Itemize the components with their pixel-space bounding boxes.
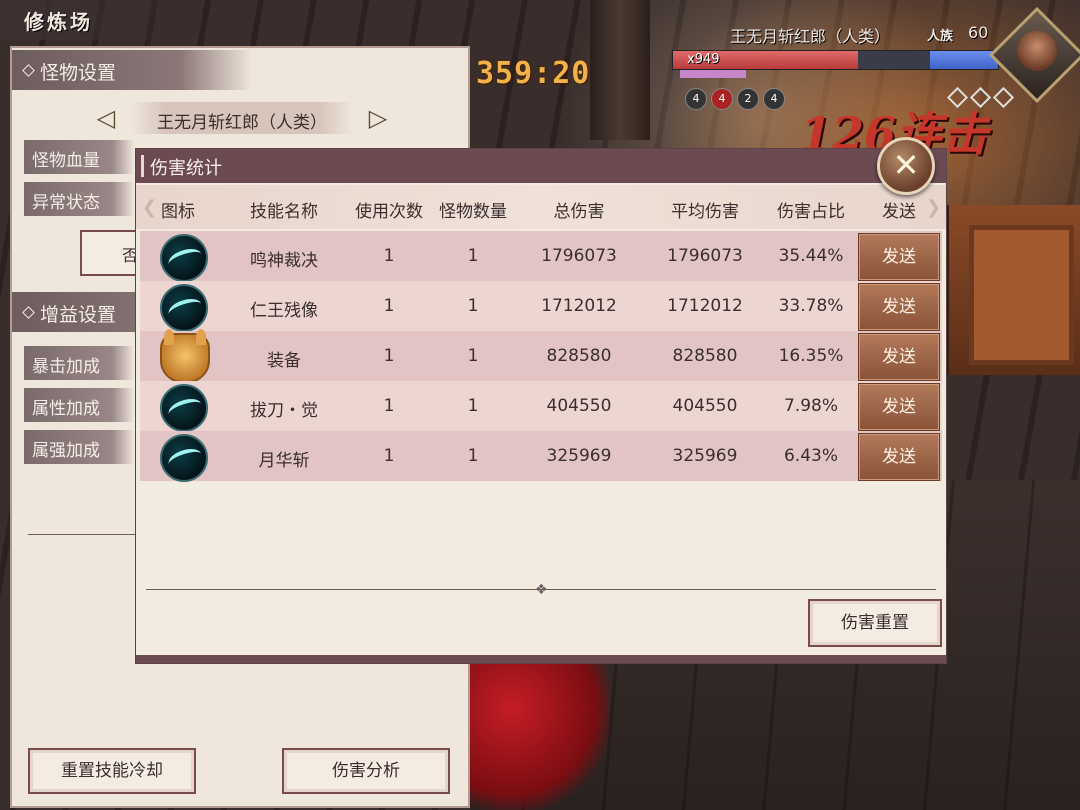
reset-damage-button[interactable]: 伤害重置 [808, 599, 942, 647]
blade-skill-icon [160, 384, 208, 432]
skill-name: 装备 [267, 351, 301, 371]
boss-phase-indicators [946, 86, 1015, 109]
column-header-monster-count: 怪物数量 [439, 202, 507, 222]
boss-status-effects: 4 4 2 4 [685, 88, 785, 110]
page-title: 修炼场 [24, 10, 93, 34]
table-row: 仁王残像 1 1 1712012 1712012 33.78% 发送 [140, 281, 942, 332]
table-row: 月华斩 1 1 325969 325969 6.43% 发送 [140, 431, 942, 482]
divider-ornament-icon: ❖ [535, 582, 548, 598]
scene-cabinet [945, 205, 1080, 375]
samurai-helmet-icon [160, 329, 210, 383]
status-effect-icon: 2 [737, 88, 759, 110]
boss-sub-bar [680, 70, 746, 78]
monster-hp-label: 怪物血量 [24, 140, 134, 174]
damage-share: 33.78% [778, 296, 844, 316]
skill-name: 拔刀・觉 [250, 401, 318, 421]
phase-diamond-icon [946, 86, 969, 109]
dialog-title: 伤害统计 [150, 158, 222, 179]
header-ornament-right-icon: ❯ [926, 197, 942, 218]
boss-hp-multiplier: x949 [687, 52, 720, 67]
monster-count: 1 [467, 346, 479, 366]
use-count: 1 [383, 396, 395, 416]
status-ailment-label: 异常状态 [24, 182, 134, 216]
header-ornament-left-icon: ❮ [142, 197, 158, 218]
diamond-bullet-icon [22, 64, 35, 77]
total-damage: 404550 [546, 396, 612, 416]
element-strength-bonus-label: 属强加成 [24, 430, 134, 464]
damage-analysis-button[interactable]: 伤害分析 [282, 748, 450, 794]
damage-share: 7.98% [783, 396, 839, 416]
use-count: 1 [383, 446, 395, 466]
use-count: 1 [383, 246, 395, 266]
phase-diamond-icon [969, 86, 992, 109]
send-button[interactable]: 发送 [858, 433, 940, 481]
attribute-bonus-label: 属性加成 [24, 388, 134, 422]
average-damage: 828580 [672, 346, 738, 366]
column-header-average-damage: 平均伤害 [671, 202, 739, 222]
use-count: 1 [383, 346, 395, 366]
damage-share: 35.44% [778, 246, 844, 266]
column-header-total-damage: 总伤害 [553, 202, 605, 222]
table-header: ❮ 图标 技能名称 使用次数 怪物数量 总伤害 平均伤害 伤害占比 发送 ❯ [136, 185, 946, 229]
scene-pillar [590, 0, 650, 140]
monster-count: 1 [467, 396, 479, 416]
status-effect-icon: 4 [763, 88, 785, 110]
column-header-send: 发送 [882, 202, 916, 222]
reset-skill-cooldown-button[interactable]: 重置技能冷却 [28, 748, 196, 794]
table-row: 拔刀・觉 1 1 404550 404550 7.98% 发送 [140, 381, 942, 432]
table-row: 鸣神裁决 1 1 1796073 1796073 35.44% 发送 [140, 231, 942, 282]
dialog-title-bar: 伤害统计 [136, 149, 946, 183]
total-damage: 1712012 [541, 296, 617, 316]
training-ground-title-bar: 修炼场 [0, 0, 160, 40]
phase-diamond-icon [992, 86, 1015, 109]
damage-statistics-dialog: 伤害统计 ❮ 图标 技能名称 使用次数 怪物数量 总伤害 平均伤害 伤害占比 发… [135, 148, 947, 664]
total-damage: 325969 [546, 446, 612, 466]
blade-skill-icon [160, 434, 208, 482]
table-row: 装备 1 1 828580 828580 16.35% 发送 [140, 329, 942, 383]
average-damage: 1712012 [667, 296, 743, 316]
send-button[interactable]: 发送 [858, 383, 940, 431]
skill-name: 月华斩 [258, 451, 310, 471]
average-damage: 1796073 [667, 246, 743, 266]
monster-count: 1 [467, 246, 479, 266]
dialog-bottom-border [136, 655, 946, 663]
monster-count: 1 [467, 296, 479, 316]
boss-shield-fill [929, 51, 998, 69]
selected-monster-name: 王无月斩红郎（人类） [157, 113, 327, 133]
skill-name: 仁王残像 [250, 301, 318, 321]
damage-share: 16.35% [778, 346, 844, 366]
next-monster-chevron-right-icon[interactable]: ▷ [364, 104, 392, 132]
column-header-damage-share: 伤害占比 [777, 202, 845, 222]
column-header-skill-name: 技能名称 [250, 202, 318, 222]
column-header-icon: 图标 [161, 202, 195, 222]
battle-timer: 359:20 [476, 56, 591, 91]
monster-settings-header: 怪物设置 [12, 50, 252, 90]
total-damage: 1796073 [541, 246, 617, 266]
boss-name: 王无月斩红郎（人类） [730, 27, 891, 46]
boss-level: 60 [968, 23, 989, 42]
average-damage: 404550 [672, 396, 738, 416]
skill-name: 鸣神裁决 [250, 251, 318, 271]
use-count: 1 [383, 296, 395, 316]
boss-race-badge: 人族 [927, 29, 954, 44]
average-damage: 325969 [672, 446, 738, 466]
boss-hp-bar: x949 [672, 50, 999, 70]
status-effect-icon: 4 [711, 88, 733, 110]
scene-red-cloth [470, 640, 610, 810]
send-button[interactable]: 发送 [858, 283, 940, 331]
monster-selector: ◁ 王无月斩红郎（人类） ▷ [92, 100, 392, 136]
status-effect-icon: 4 [685, 88, 707, 110]
diamond-bullet-icon [22, 306, 35, 319]
blade-skill-icon [160, 284, 208, 332]
send-button[interactable]: 发送 [858, 333, 940, 381]
blade-skill-icon [160, 234, 208, 282]
total-damage: 828580 [546, 346, 612, 366]
close-dialog-button[interactable]: ✕ [877, 137, 935, 195]
monster-count: 1 [467, 446, 479, 466]
send-button[interactable]: 发送 [858, 233, 940, 281]
close-icon: ✕ [892, 146, 920, 184]
damage-share: 6.43% [783, 446, 839, 466]
column-header-use-count: 使用次数 [355, 202, 423, 222]
crit-bonus-label: 暴击加成 [24, 346, 134, 380]
